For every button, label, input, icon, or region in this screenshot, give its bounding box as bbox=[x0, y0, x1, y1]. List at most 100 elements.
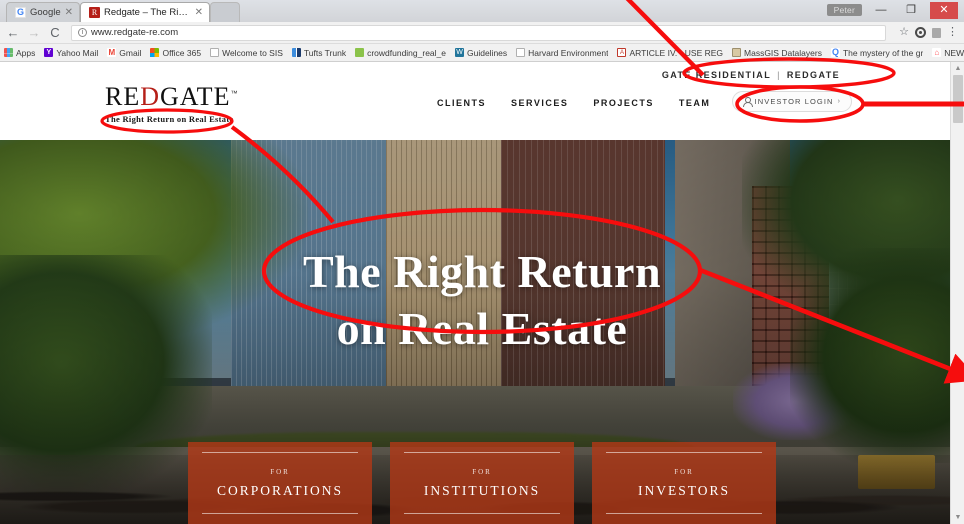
bookmark-welcome-to-sis[interactable]: Welcome to SIS bbox=[210, 48, 283, 58]
cta-label: INSTITUTIONS bbox=[423, 482, 541, 498]
cta-top-rule bbox=[606, 452, 762, 453]
user-profile-chip[interactable]: Peter bbox=[826, 4, 862, 16]
minimize-button[interactable]: — bbox=[870, 2, 892, 19]
bookmark-article-iv[interactable]: A ARTICLE IV. - USE REG bbox=[617, 48, 723, 58]
bookmark-label: MassGIS Datalayers bbox=[744, 47, 822, 58]
tab-title: Google bbox=[30, 7, 61, 18]
info-circle-icon[interactable]: i bbox=[78, 28, 87, 37]
utility-nav: GATE RESIDENTIAL | REDGATE bbox=[662, 70, 840, 80]
logo-part1: RE bbox=[105, 82, 141, 111]
screenshot-root: G Google ✕ Redgate – The Right Retu ✕ Pe… bbox=[0, 0, 964, 524]
forward-arrow-icon[interactable]: → bbox=[27, 26, 41, 39]
hero-headline-line1: The Right Return bbox=[302, 245, 662, 297]
extension-icon[interactable] bbox=[932, 27, 941, 38]
bookmark-label: crowdfunding_real_e bbox=[367, 47, 446, 58]
cta-label: CORPORATIONS bbox=[216, 482, 344, 498]
gate-residential-link[interactable]: GATE RESIDENTIAL bbox=[662, 70, 771, 80]
tab-title: Redgate – The Right Retu bbox=[104, 7, 191, 18]
bookmark-label: Gmail bbox=[119, 47, 142, 58]
bookmark-apps[interactable]: Apps bbox=[4, 48, 35, 58]
redgate-link[interactable]: REDGATE bbox=[787, 70, 840, 80]
bookmark-mystery[interactable]: Q The mystery of the gr bbox=[830, 47, 924, 58]
page-icon bbox=[516, 48, 526, 57]
apps-grid-icon bbox=[4, 48, 13, 57]
bookmark-crowdfunding[interactable]: crowdfunding_real_e bbox=[355, 48, 446, 58]
cta-top-rule bbox=[202, 452, 358, 453]
star-icon[interactable]: ☆ bbox=[899, 27, 909, 38]
scroll-up-arrow-icon[interactable]: ▲ bbox=[951, 62, 964, 75]
yahoo-icon: Y bbox=[44, 48, 54, 57]
person-icon bbox=[742, 97, 753, 107]
bookmark-yahoo-mail[interactable]: Y Yahoo Mail bbox=[44, 48, 98, 58]
browser-tab-redgate[interactable]: Redgate – The Right Retu ✕ bbox=[80, 2, 211, 22]
bookmark-label: Guidelines bbox=[467, 47, 508, 58]
cta-top-rule bbox=[404, 452, 560, 453]
bookmark-label: Welcome to SIS bbox=[222, 47, 283, 58]
close-window-button[interactable]: ✕ bbox=[930, 1, 958, 19]
maximize-button[interactable]: ❐ bbox=[900, 2, 922, 19]
hero-headline-line2: on Real Estate bbox=[336, 302, 628, 354]
massgis-icon bbox=[732, 48, 742, 57]
investor-login-label: INVESTOR LOGIN bbox=[754, 97, 834, 106]
bookmark-label: Tufts Trunk bbox=[303, 47, 347, 58]
bookmark-label: Apps bbox=[16, 47, 36, 58]
wordpress-icon: W bbox=[455, 48, 464, 57]
gmail-icon: M bbox=[107, 48, 117, 57]
reload-icon[interactable]: C bbox=[48, 26, 62, 39]
cta-card-investors[interactable]: FOR INVESTORS bbox=[592, 442, 776, 524]
logo-part2: GATE bbox=[160, 82, 231, 111]
investor-login-button[interactable]: INVESTOR LOGIN › bbox=[731, 91, 852, 112]
bookmark-label: The mystery of the gr bbox=[842, 47, 924, 58]
google-favicon-icon: G bbox=[15, 7, 26, 18]
nav-item-projects[interactable]: PROJECTS bbox=[593, 98, 654, 108]
menu-dots-icon[interactable]: ⋮ bbox=[947, 27, 958, 38]
address-bar[interactable]: i www.redgate-re.com bbox=[71, 24, 887, 41]
nav-item-clients[interactable]: CLIENTS bbox=[437, 98, 486, 108]
microsoft-icon bbox=[150, 48, 160, 57]
bookmark-label: Yahoo Mail bbox=[56, 47, 99, 58]
search-q-icon: Q bbox=[830, 47, 840, 57]
bookmark-guidelines[interactable]: W Guidelines bbox=[455, 48, 507, 58]
webpage-viewport: GATE RESIDENTIAL | REDGATE REDGATE™ The … bbox=[0, 62, 964, 524]
scrollbar-thumb[interactable] bbox=[953, 75, 963, 123]
browser-tab-google[interactable]: G Google ✕ bbox=[6, 2, 81, 22]
article-icon: A bbox=[617, 48, 627, 57]
cta-card-institutions[interactable]: FOR INSTITUTIONS bbox=[390, 442, 574, 524]
new-tab-button[interactable] bbox=[210, 2, 241, 22]
site-logo[interactable]: REDGATE™ The Right Return on Real Estate bbox=[105, 82, 238, 125]
back-arrow-icon[interactable]: ← bbox=[6, 26, 20, 39]
close-icon[interactable]: ✕ bbox=[65, 7, 73, 18]
hero-section: The Right Return on Real Estate FOR CORP… bbox=[0, 140, 964, 524]
tufts-icon bbox=[291, 48, 301, 57]
page-icon bbox=[210, 48, 220, 57]
target-circle-icon[interactable] bbox=[915, 27, 926, 38]
toolbar-right-icons: ☆ ⋮ bbox=[895, 27, 958, 38]
main-navigation: CLIENTS SERVICES PROJECTS TEAM ABOUT bbox=[437, 98, 775, 108]
bookmark-label: ARTICLE IV. - USE REG bbox=[629, 47, 724, 58]
bookmark-massgis[interactable]: MassGIS Datalayers bbox=[732, 48, 822, 58]
green-circle-icon bbox=[355, 48, 365, 57]
close-icon[interactable]: ✕ bbox=[195, 7, 203, 18]
cta-eyebrow: FOR bbox=[472, 467, 492, 476]
page-scrollbar[interactable]: ▲ ▼ bbox=[950, 62, 964, 524]
logo-d-mark: D bbox=[140, 82, 161, 111]
bookmark-label: NEW Hidden in the m bbox=[944, 47, 964, 58]
cta-bottom-rule bbox=[202, 513, 358, 514]
cta-card-row: FOR CORPORATIONS FOR INSTITUTIONS FOR IN… bbox=[0, 442, 964, 524]
cta-card-corporations[interactable]: FOR CORPORATIONS bbox=[188, 442, 372, 524]
cta-eyebrow: FOR bbox=[270, 467, 290, 476]
redgate-favicon-icon bbox=[89, 7, 101, 18]
site-header: GATE RESIDENTIAL | REDGATE REDGATE™ The … bbox=[0, 62, 964, 140]
bookmark-harvard-environment[interactable]: Harvard Environment bbox=[516, 48, 608, 58]
browser-tab-strip: G Google ✕ Redgate – The Right Retu ✕ Pe… bbox=[0, 0, 964, 22]
cta-eyebrow: FOR bbox=[674, 467, 694, 476]
bookmark-tufts-trunk[interactable]: Tufts Trunk bbox=[291, 47, 347, 58]
bookmark-gmail[interactable]: M Gmail bbox=[107, 48, 141, 58]
chevron-right-icon: › bbox=[837, 98, 841, 105]
nav-item-team[interactable]: TEAM bbox=[679, 98, 711, 108]
cta-label: INVESTORS bbox=[637, 482, 730, 498]
bookmark-new-hidden[interactable]: ⌂ NEW Hidden in the m bbox=[932, 48, 964, 58]
scroll-down-arrow-icon[interactable]: ▼ bbox=[951, 511, 964, 524]
bookmark-office-365[interactable]: Office 365 bbox=[150, 48, 201, 58]
nav-item-services[interactable]: SERVICES bbox=[511, 98, 568, 108]
